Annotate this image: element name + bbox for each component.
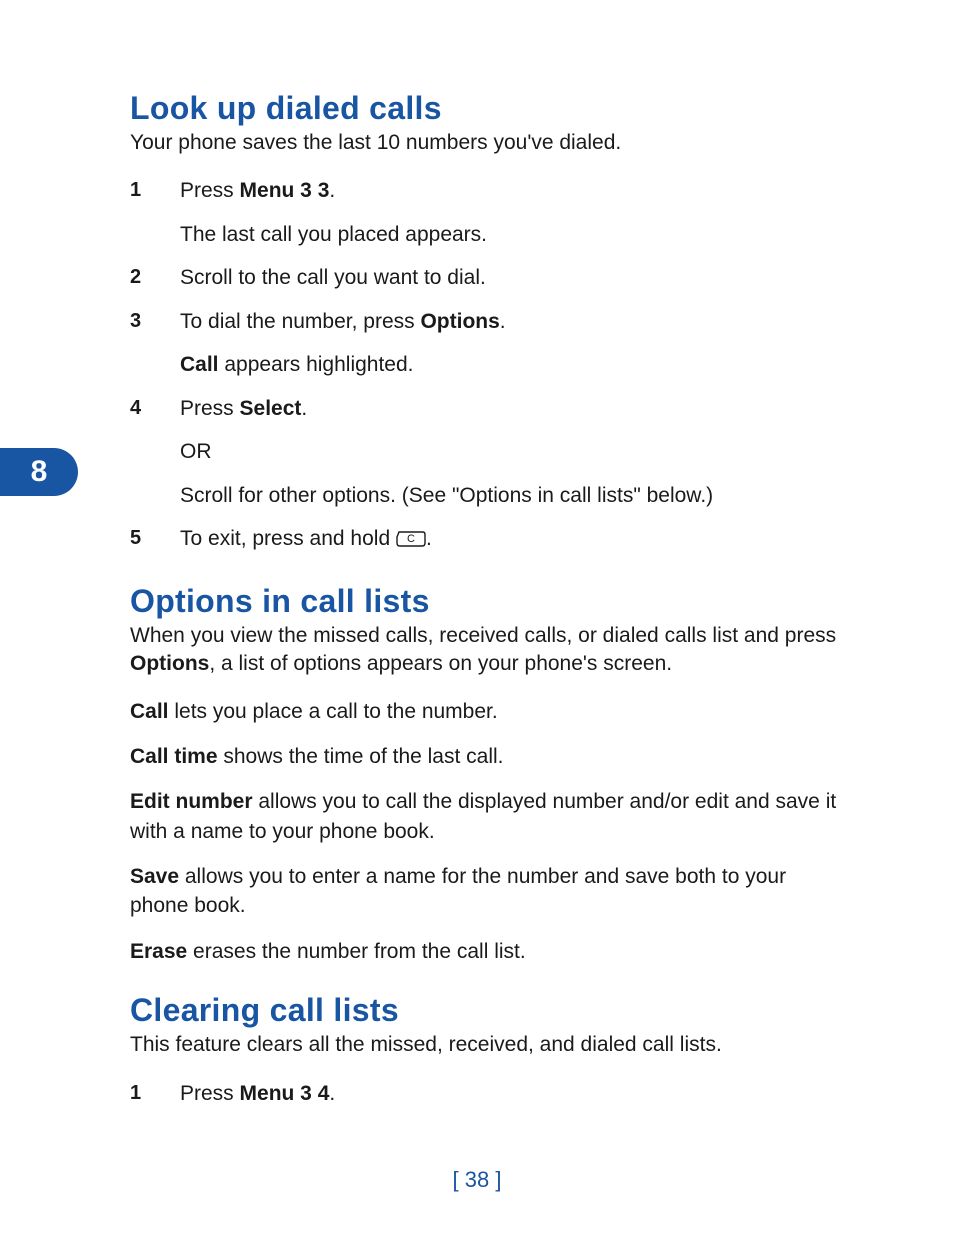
step-line: Scroll for other options. (See "Options … bbox=[180, 480, 844, 512]
chapter-tab: 8 bbox=[0, 448, 78, 496]
option-description: Call time shows the time of the last cal… bbox=[130, 742, 844, 771]
section-intro: This feature clears all the missed, rece… bbox=[130, 1031, 844, 1059]
step-number: 2 bbox=[130, 262, 180, 294]
section-heading: Clearing call lists bbox=[130, 992, 844, 1029]
step-body: Press Menu 3 3. The last call you placed … bbox=[180, 175, 844, 250]
step-item: 2Scroll to the call you want to dial. bbox=[130, 262, 844, 294]
section-look-up-dialed-calls: Look up dialed calls Your phone saves th… bbox=[130, 90, 844, 557]
step-number: 1 bbox=[130, 1078, 180, 1110]
step-line: Call appears highlighted. bbox=[180, 349, 844, 381]
section-heading: Look up dialed calls bbox=[130, 90, 844, 127]
step-body: Press Menu 3 4. bbox=[180, 1078, 844, 1110]
step-item: 1Press Menu 3 3. The last call you placed… bbox=[130, 175, 844, 250]
option-description: Save allows you to enter a name for the … bbox=[130, 862, 844, 921]
steps-list: 1Press Menu 3 3. The last call you placed… bbox=[130, 175, 844, 557]
section-heading: Options in call lists bbox=[130, 583, 844, 620]
page-content: Look up dialed calls Your phone saves th… bbox=[0, 0, 954, 1195]
svg-text:C: C bbox=[407, 533, 415, 545]
step-body: Press Select. OR Scroll for other options.… bbox=[180, 393, 844, 512]
option-description: Edit number allows you to call the displ… bbox=[130, 787, 844, 846]
step-number: 4 bbox=[130, 393, 180, 512]
step-item: 4Press Select. OR Scroll for other options… bbox=[130, 393, 844, 512]
step-line: Press Menu 3 4. bbox=[180, 1078, 844, 1110]
option-description: Call lets you place a call to the number… bbox=[130, 697, 844, 726]
step-line: The last call you placed appears. bbox=[180, 219, 844, 251]
c-key-icon: C bbox=[396, 525, 426, 557]
step-item: 3To dial the number, press Options. Call … bbox=[130, 306, 844, 381]
section-clearing-call-lists: Clearing call lists This feature clears … bbox=[130, 992, 844, 1109]
step-item: 1Press Menu 3 4. bbox=[130, 1078, 844, 1110]
step-line: Press Select. bbox=[180, 393, 844, 425]
step-number: 1 bbox=[130, 175, 180, 250]
step-line: OR bbox=[180, 436, 844, 468]
step-number: 3 bbox=[130, 306, 180, 381]
step-line: To exit, press and hold C. bbox=[180, 523, 844, 557]
step-line: Scroll to the call you want to dial. bbox=[180, 262, 844, 294]
step-body: Scroll to the call you want to dial. bbox=[180, 262, 844, 294]
step-body: To exit, press and hold C. bbox=[180, 523, 844, 557]
steps-list: 1Press Menu 3 4. bbox=[130, 1078, 844, 1110]
step-line: Press Menu 3 3. bbox=[180, 175, 844, 207]
section-intro: Your phone saves the last 10 numbers you… bbox=[130, 129, 844, 157]
section-options-in-call-lists: Options in call lists When you view the … bbox=[130, 583, 844, 966]
page-number: [ 38 ] bbox=[0, 1167, 954, 1193]
step-line: To dial the number, press Options. bbox=[180, 306, 844, 338]
step-body: To dial the number, press Options. Call a… bbox=[180, 306, 844, 381]
section-intro: When you view the missed calls, received… bbox=[130, 622, 844, 679]
option-description: Erase erases the number from the call li… bbox=[130, 937, 844, 966]
step-item: 5To exit, press and hold C. bbox=[130, 523, 844, 557]
step-number: 5 bbox=[130, 523, 180, 557]
